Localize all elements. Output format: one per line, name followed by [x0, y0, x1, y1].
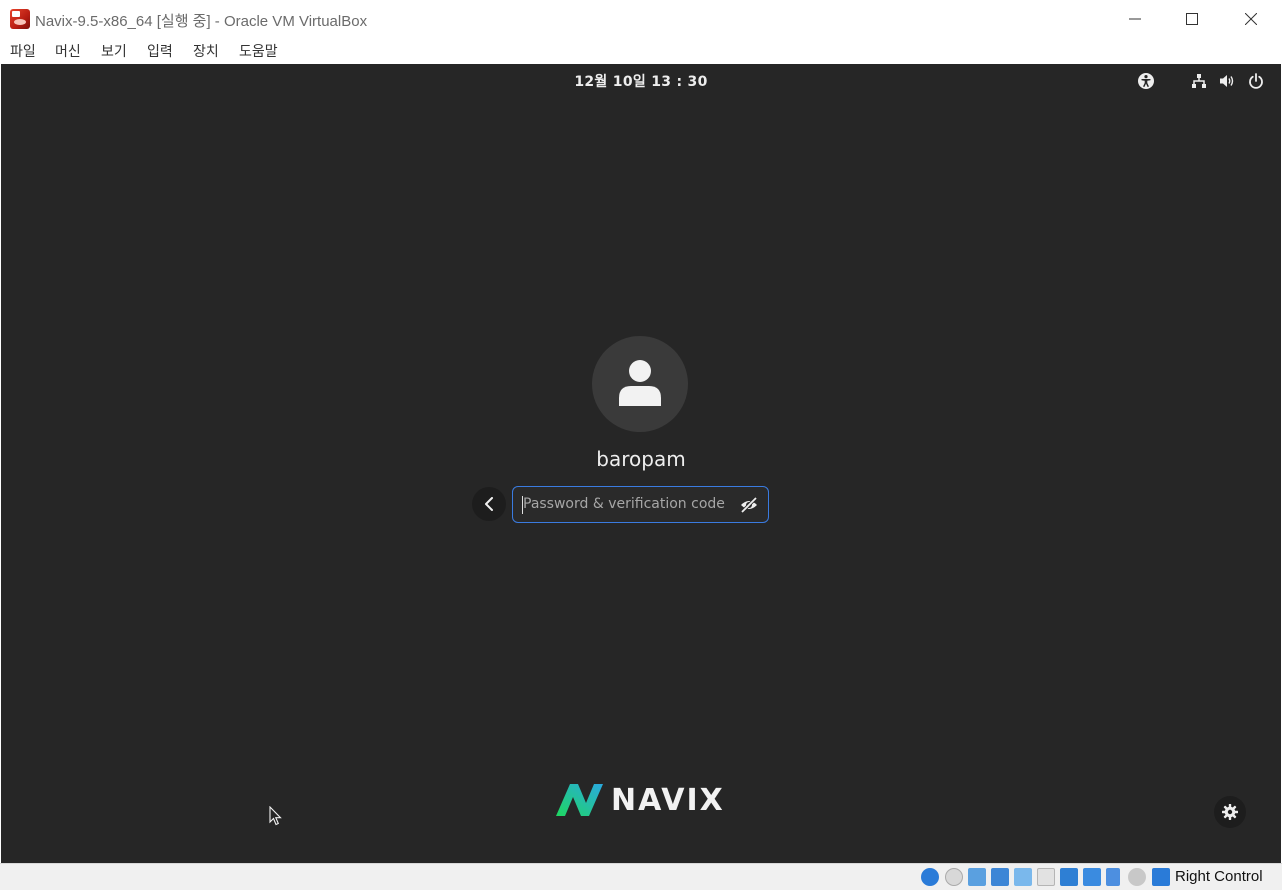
volume-icon[interactable]: [1218, 72, 1236, 90]
menu-file[interactable]: 파일: [10, 41, 36, 61]
menu-view[interactable]: 보기: [101, 41, 127, 61]
host-key-label: Right Control: [1175, 868, 1263, 885]
power-icon[interactable]: [1247, 72, 1265, 90]
close-button[interactable]: [1228, 0, 1274, 38]
back-button[interactable]: [472, 487, 506, 521]
network-adapter-icon[interactable]: [991, 868, 1009, 886]
session-settings-button[interactable]: [1214, 796, 1246, 828]
network-icon[interactable]: [1190, 72, 1208, 90]
window-titlebar: Navix-9.5-x86_64 [실행 중] - Oracle VM Virt…: [0, 0, 1282, 38]
keyboard-capture-icon[interactable]: [1152, 868, 1170, 886]
display-icon[interactable]: [1060, 868, 1078, 886]
menu-machine[interactable]: 머신: [55, 41, 81, 61]
password-placeholder: Password & verification code: [523, 496, 725, 512]
menu-help[interactable]: 도움말: [239, 41, 278, 61]
navix-logo-text: NAVIX: [611, 783, 725, 818]
shared-folders-icon[interactable]: [1037, 868, 1055, 886]
chevron-left-icon: [485, 497, 493, 511]
show-password-toggle[interactable]: [739, 496, 759, 514]
close-icon: [1245, 13, 1257, 25]
menu-bar: 파일 머신 보기 입력 장치 도움말: [0, 38, 1282, 64]
maximize-button[interactable]: [1169, 0, 1215, 38]
password-input[interactable]: Password & verification code: [512, 486, 769, 523]
hard-disk-activity-icon[interactable]: [921, 868, 939, 886]
vm-screen[interactable]: 12월 10일 13 : 30 baropam Password & verif…: [1, 64, 1281, 863]
menu-devices[interactable]: 장치: [193, 41, 219, 61]
mouse-integration-icon[interactable]: [1128, 868, 1146, 886]
navix-logo-mark: [556, 784, 603, 816]
login-username: baropam: [596, 447, 686, 471]
maximize-icon: [1186, 13, 1198, 25]
virtualbox-app-icon: [10, 9, 30, 29]
user-icon: [619, 360, 661, 406]
audio-icon[interactable]: [968, 868, 986, 886]
topbar-clock[interactable]: 12월 10일 13 : 30: [1, 71, 1281, 91]
navix-logo: NAVIX: [556, 783, 736, 819]
virtualization-icon[interactable]: [1106, 868, 1120, 886]
window-title: Navix-9.5-x86_64 [실행 중] - Oracle VM Virt…: [35, 13, 368, 30]
gear-icon: [1222, 804, 1238, 820]
mouse-pointer-icon: [269, 806, 282, 826]
minimize-button[interactable]: [1112, 0, 1158, 38]
accessibility-icon[interactable]: [1137, 72, 1155, 90]
usb-icon[interactable]: [1014, 868, 1032, 886]
user-avatar: [592, 336, 688, 432]
vm-status-bar: Right Control: [0, 863, 1282, 890]
menu-input[interactable]: 입력: [147, 41, 173, 61]
minimize-icon: [1129, 18, 1141, 20]
optical-drive-icon[interactable]: [945, 868, 963, 886]
eye-hidden-icon: [740, 496, 758, 514]
video-capture-icon[interactable]: [1083, 868, 1101, 886]
